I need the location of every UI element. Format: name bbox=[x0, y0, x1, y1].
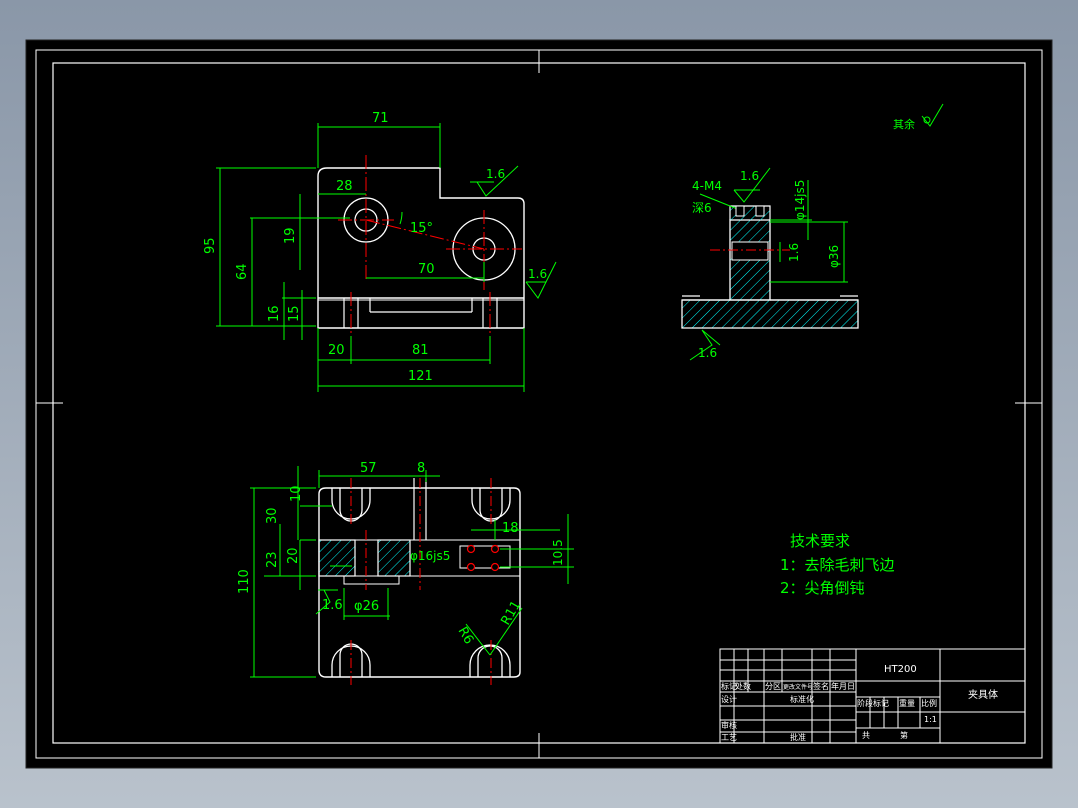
tb-designer: 设计 bbox=[721, 694, 737, 704]
dim-16js5: φ16js5 bbox=[410, 549, 450, 563]
top-section-hatch-left bbox=[318, 539, 356, 577]
svg-text:1.6: 1.6 bbox=[486, 167, 505, 181]
tb-label-date: 年月日 bbox=[831, 681, 855, 691]
dia36-dim: φ36 bbox=[827, 245, 841, 268]
top-section-hatch-mid bbox=[377, 539, 411, 577]
side-base-hatch bbox=[681, 299, 859, 329]
thread-depth-label: 深6 bbox=[692, 201, 712, 215]
dim-16: 16 bbox=[267, 305, 282, 322]
dim-23: 23 bbox=[265, 551, 280, 568]
dim-15: 15 bbox=[287, 305, 302, 322]
tapped-hole-3 bbox=[466, 562, 476, 572]
dim-26: φ26 bbox=[354, 599, 379, 614]
tb-material: HT200 bbox=[884, 664, 917, 675]
tb-approve: 批准 bbox=[790, 732, 806, 742]
tb-scale: 1:1 bbox=[924, 715, 937, 724]
dim-20b: 20 bbox=[286, 547, 301, 564]
top-roughness-value: 1.6 bbox=[322, 598, 343, 613]
dim-10: 10 bbox=[289, 485, 304, 502]
tapped-hole-4 bbox=[490, 562, 500, 572]
tb-ratio: 比例 bbox=[921, 698, 937, 708]
dim-20: 20 bbox=[328, 343, 345, 358]
side-bore bbox=[731, 241, 769, 261]
tech-item-2: 2：尖角倒钝 bbox=[780, 579, 865, 597]
tb-sheet-no: 第 bbox=[900, 730, 908, 740]
dim-15deg: 15° bbox=[410, 221, 433, 236]
tb-label-zone: 分区 bbox=[765, 682, 781, 691]
tapped-hole-1 bbox=[466, 544, 476, 554]
dim-57: 57 bbox=[360, 461, 377, 476]
tb-standard: 标准化 bbox=[790, 694, 814, 704]
dim-28: 28 bbox=[336, 179, 353, 194]
tapped-hole-2 bbox=[490, 544, 500, 554]
dim-121: 121 bbox=[408, 369, 433, 384]
dim-81: 81 bbox=[412, 343, 429, 358]
tech-title: 技术要求 bbox=[790, 532, 850, 550]
svg-text:1.6: 1.6 bbox=[528, 267, 547, 281]
dim-70: 70 bbox=[418, 262, 435, 277]
roughness-note-text: 其余 bbox=[893, 117, 915, 131]
dim-64: 64 bbox=[235, 263, 250, 280]
tb-sheets: 共 bbox=[862, 731, 870, 740]
fit-dim: φ14js5 bbox=[793, 180, 807, 220]
dim-19: 19 bbox=[283, 227, 298, 244]
dim-110: 110 bbox=[237, 569, 252, 594]
cad-drawing-sheet: 其余 71 28 95 64 19 15° 70 16 15 20 81 121… bbox=[25, 39, 1053, 769]
tech-item-1: 1：去除毛刺飞边 bbox=[780, 556, 895, 574]
tb-process: 工艺 bbox=[721, 733, 737, 742]
tb-weight: 重量 bbox=[899, 698, 915, 708]
tb-label-sign: 签名 bbox=[813, 681, 829, 691]
drawing-background bbox=[25, 39, 1053, 769]
tb-label-count: 处数 bbox=[735, 681, 751, 691]
dim-95: 95 bbox=[203, 237, 218, 254]
dim-30: 30 bbox=[265, 507, 280, 524]
dim-10-5: 10.5 bbox=[551, 539, 565, 566]
dim-71: 71 bbox=[372, 111, 389, 126]
tb-part-name: 夹具体 bbox=[968, 688, 998, 701]
dim-18: 18 bbox=[502, 521, 519, 536]
tb-review: 审核 bbox=[721, 720, 737, 730]
tb-stage: 阶段标记 bbox=[857, 698, 889, 708]
side-roughness-top-value: 1.6 bbox=[740, 169, 759, 183]
thread-label: 4-M4 bbox=[692, 179, 722, 193]
dim-8: 8 bbox=[417, 461, 425, 476]
side-roughness-side-value: 1.6 bbox=[787, 243, 801, 262]
tb-label-change: 更改文件号 bbox=[783, 683, 813, 691]
